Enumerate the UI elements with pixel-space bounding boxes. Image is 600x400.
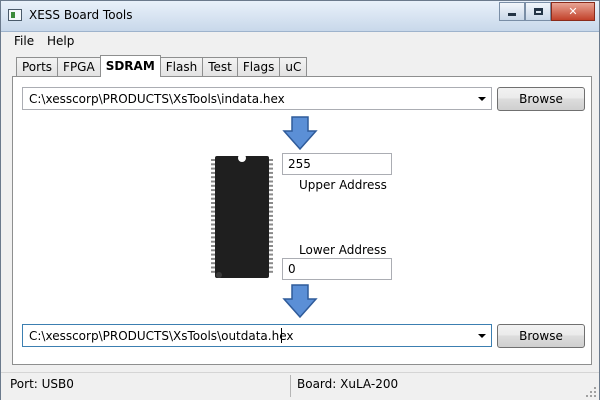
menu-bar: File Help	[1, 32, 599, 51]
close-button[interactable]: ✕	[551, 2, 595, 21]
down-arrow-icon	[282, 116, 318, 150]
upload-file-path: C:\xesscorp\PRODUCTS\XsTools\indata.hex	[29, 92, 285, 106]
chevron-down-icon[interactable]	[478, 97, 486, 101]
upload-file-combo[interactable]: C:\xesscorp\PRODUCTS\XsTools\indata.hex	[22, 87, 492, 110]
minimize-button[interactable]	[499, 2, 525, 21]
download-file-path: C:\xesscorp\PRODUCTS\XsTools\outdata.hex	[29, 329, 294, 343]
lower-address-field[interactable]: 0	[282, 258, 392, 280]
download-file-combo[interactable]: C:\xesscorp\PRODUCTS\XsTools\outdata.hex	[22, 324, 492, 347]
minimize-icon	[508, 13, 516, 16]
status-board: Board: XuLA-200	[297, 377, 399, 391]
tab-uc[interactable]: uC	[279, 57, 308, 77]
status-port: Port: USB0	[10, 377, 74, 391]
tab-bar: Ports FPGA SDRAM Flash Test Flags uC	[16, 55, 308, 77]
window-controls: ✕	[499, 2, 595, 22]
main-window: XESS Board Tools ✕ File Help Ports FPGA …	[0, 0, 600, 400]
maximize-icon	[533, 8, 543, 15]
tab-fpga[interactable]: FPGA	[57, 57, 101, 77]
tab-ports[interactable]: Ports	[16, 57, 59, 77]
upper-address-label: Upper Address	[299, 178, 387, 192]
lower-address-label: Lower Address	[299, 243, 387, 257]
tab-flash[interactable]: Flash	[159, 57, 204, 77]
upload-browse-button[interactable]: Browse	[497, 87, 585, 111]
tab-test[interactable]: Test	[202, 57, 238, 77]
window-title: XESS Board Tools	[29, 8, 133, 22]
lower-address-value: 0	[288, 262, 296, 276]
chevron-down-icon[interactable]	[478, 334, 486, 338]
down-arrow-icon	[282, 284, 318, 318]
tab-sdram[interactable]: SDRAM	[99, 55, 161, 77]
close-icon: ✕	[568, 5, 578, 18]
maximize-button[interactable]	[525, 2, 551, 21]
menu-help[interactable]: Help	[47, 34, 74, 48]
tab-flags[interactable]: Flags	[236, 57, 281, 77]
text-cursor	[281, 328, 282, 343]
upper-address-value: 255	[288, 157, 311, 171]
title-bar[interactable]: XESS Board Tools ✕	[1, 1, 599, 32]
status-divider	[290, 375, 291, 397]
app-icon	[8, 9, 22, 21]
sdram-chip-image	[211, 154, 273, 278]
menu-file[interactable]: File	[14, 34, 34, 48]
resize-grip-icon[interactable]	[585, 386, 597, 398]
status-bar: Port: USB0 Board: XuLA-200	[1, 372, 599, 400]
upper-address-field[interactable]: 255	[282, 153, 392, 175]
download-browse-button[interactable]: Browse	[497, 324, 585, 348]
